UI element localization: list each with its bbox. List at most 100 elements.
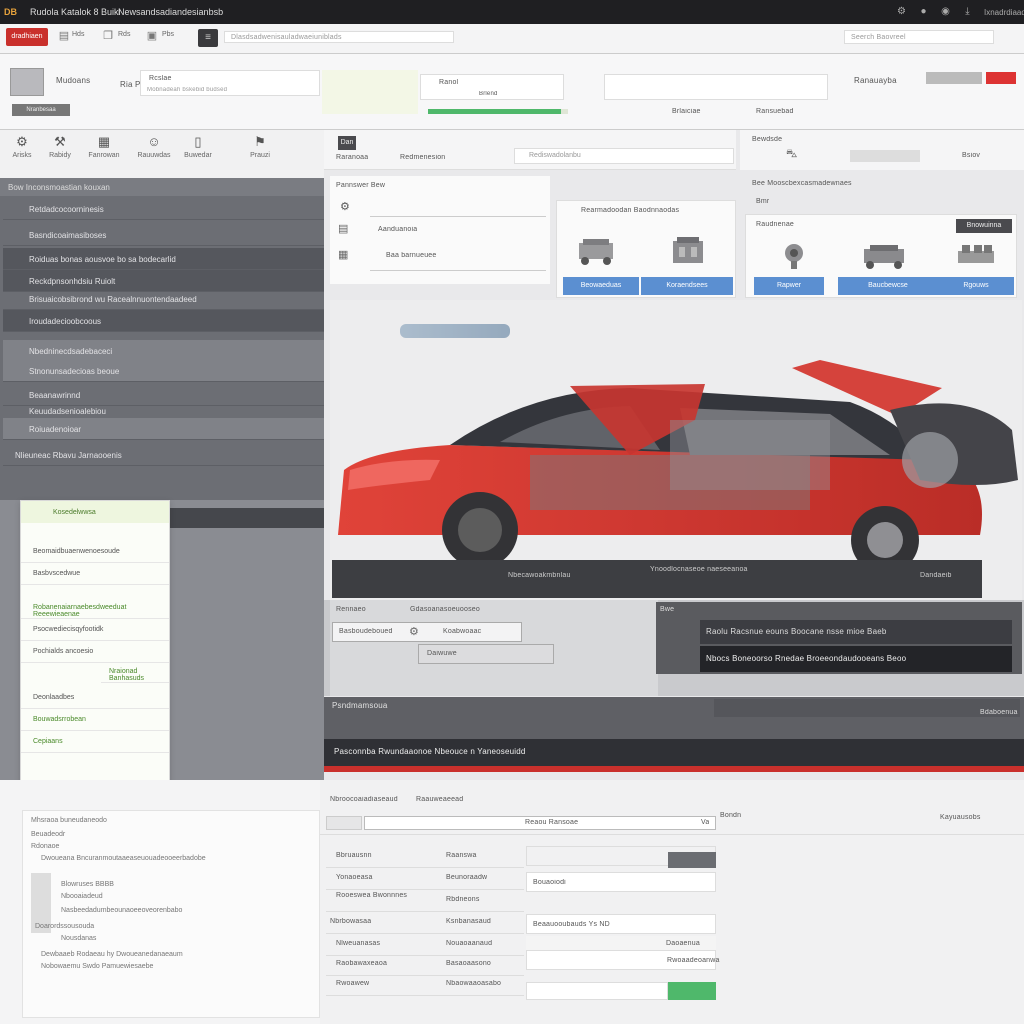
category-wrench[interactable]: ⚒ Rabidy — [38, 134, 82, 159]
part-button[interactable]: Baucbewcse — [838, 277, 938, 295]
part-button[interactable]: Rapwer — [754, 277, 824, 295]
dropdown-item[interactable]: Nraionad Banhasuds — [101, 661, 169, 683]
secondary-button[interactable] — [926, 72, 982, 84]
chat-icon[interactable]: ◉ — [940, 6, 951, 17]
user-icon[interactable]: ● — [918, 6, 929, 17]
note-line: Nbooaiadeud — [61, 893, 103, 900]
right-toolbar-input[interactable] — [850, 150, 920, 162]
part-button[interactable]: Rgouws — [938, 277, 1014, 295]
sidebar-item[interactable]: Basndicoaimasiboses — [3, 224, 324, 246]
sidebar-item[interactable]: Nlieuneac Rbavu Jarnaooenis — [3, 444, 324, 466]
brand-name: Mudoans — [56, 76, 91, 85]
gear-icon[interactable]: ⚙ — [896, 6, 907, 17]
category-engine[interactable]: ▦ Fanrowan — [82, 134, 126, 159]
parts-chip[interactable]: Dan — [338, 136, 356, 150]
model-value: Brlend — [479, 91, 498, 97]
category-person[interactable]: ☺ Rauuwdas — [132, 134, 176, 159]
left-panel-bar — [170, 508, 324, 528]
part-icon: ▦ — [338, 249, 349, 261]
form-cell: Rooeswea Bwonnnes — [336, 892, 408, 899]
search-field[interactable] — [604, 74, 828, 100]
menu-icon[interactable]: ≡ — [198, 29, 218, 47]
parts-row[interactable]: Baa barnueuee — [386, 252, 436, 259]
dropdown-item[interactable]: Basbvscedwue — [21, 563, 169, 585]
detail-input[interactable]: Basboudeboued ⚙ Koabwoaac — [332, 622, 522, 642]
form-tab[interactable]: Nbroocoaiadiaseaud — [330, 796, 398, 803]
download-icon[interactable]: ⤓ — [962, 6, 973, 17]
window-title: Rudola Katalok 8 Buiki — [30, 7, 121, 17]
sidebar-item[interactable]: Stnonunsadecioas beoue — [3, 360, 324, 382]
parts-dropdown[interactable]: Rediswadolanbu — [514, 148, 734, 164]
detail-label: Gdasoanasoeuooseo — [410, 606, 480, 613]
dropdown-item[interactable]: Cepiaans — [21, 731, 169, 753]
dropdown-item[interactable]: Bouwadsrrobean — [21, 709, 169, 731]
close-button[interactable] — [986, 72, 1016, 84]
form-action-chip[interactable] — [668, 852, 716, 868]
car-icon[interactable]: ⛍ — [786, 148, 797, 162]
right-toolbar: Bewdsde ⛍ Bsiov — [740, 130, 1024, 170]
card-title: Rearmadoodan Baodnnaodas — [581, 207, 680, 214]
sidebar-item[interactable]: Nbedninecdsadebaceci — [3, 340, 324, 362]
dropdown-item[interactable]: Psocwediecisqyfootidk — [21, 619, 169, 641]
parts-tab[interactable]: Redmenesion — [400, 154, 445, 161]
sidebar-item[interactable]: Roiuadenoioar — [3, 418, 324, 440]
dropdown-title: Kosedelwwsa — [21, 501, 169, 523]
primary-button[interactable]: dradhiaen — [6, 28, 48, 46]
detail-select[interactable]: Daiwuwe — [418, 644, 554, 664]
details-button[interactable]: Nranbesaa — [12, 104, 70, 116]
search-input[interactable]: Seerch Baovreel — [844, 30, 994, 44]
part-button[interactable]: Beowaeduas — [563, 277, 639, 295]
form-row[interactable]: Bbruausnn Raanswa — [326, 846, 524, 868]
user-name[interactable]: Ixnadrdiaad — [984, 8, 1024, 17]
note-line: Beuadeodr — [31, 831, 66, 838]
form-row[interactable]: Nlweuanasas Nouaoaanaud — [326, 934, 524, 956]
turbo-part-image[interactable] — [780, 241, 808, 271]
save-icon[interactable]: ▣ — [140, 29, 164, 45]
form-filter-button[interactable] — [326, 816, 362, 830]
model-field[interactable]: Ranol Brlend — [420, 74, 564, 100]
sidebar-item[interactable]: Retdadcocoorninesis — [3, 198, 324, 220]
sidebar-item[interactable]: Iroudadecioobcoous — [3, 310, 324, 332]
sidebar-item[interactable]: Brisuaicobsibrond wu Racealnnuontendaade… — [3, 288, 324, 310]
dropdown-item[interactable]: Deonlaadbes — [21, 687, 169, 709]
transmission-part-image[interactable] — [860, 241, 908, 271]
dropdown-item[interactable]: Robanenaiarnaebesdweeduat Reeewieaenae — [21, 597, 169, 619]
form-value-cell[interactable]: Beaauooubauds Ys ND — [526, 914, 716, 934]
engine-part-image[interactable] — [573, 233, 619, 267]
form-value-cell[interactable] — [526, 982, 668, 1000]
form-row[interactable]: Raobawaxeaoa Basaoaasono — [326, 954, 524, 976]
dropdown-item[interactable]: Beomaidbuaenwenoesoude — [21, 541, 169, 563]
engine-block-image[interactable] — [665, 235, 711, 269]
form-cell: Yonaoeasa — [336, 874, 373, 881]
right-toolbar-chip[interactable]: Bsiov — [962, 152, 980, 159]
vin-field[interactable]: Rcslae Mobnadeah bskebid budsed — [140, 70, 320, 96]
sidebar-item[interactable]: Roiduas bonas aousvoe bo sa bodecarlid — [3, 248, 324, 270]
form-row[interactable]: Rooeswea Bwonnnes Rbdneons — [326, 890, 524, 912]
parts-row[interactable]: Aanduanoia — [378, 226, 417, 233]
form-row[interactable]: Rwoawew Nbaowaaoasabo — [326, 974, 524, 996]
form-row[interactable]: Yonaoeasa Beunoraadw — [326, 868, 524, 890]
form-row[interactable]: Nbrbowasaa Ksnbanasaud — [326, 912, 524, 934]
parts-row[interactable]: Pannswer Bew — [336, 182, 385, 189]
parts-tab[interactable]: Raranoaa — [336, 154, 368, 161]
card-chip[interactable]: Bnowuinna — [956, 219, 1012, 233]
copy-icon[interactable]: ❐ — [96, 29, 120, 45]
dropdown-item[interactable]: Pochialds ancoesio — [21, 641, 169, 663]
form-search-input[interactable]: Reaou Ransoae Va — [364, 816, 716, 830]
category-label: Fanrowan — [88, 152, 120, 159]
category-door[interactable]: ▯ Buwedar — [176, 134, 220, 159]
category-seat[interactable]: ⚑ Prauzi — [238, 134, 282, 159]
part-icon: ⚙ — [340, 201, 350, 213]
document-title: Newsandsadiandesianbsb — [118, 7, 224, 17]
address-field[interactable]: Dlasdsadwenisauladwaeiuniblads — [224, 31, 454, 43]
exploded-car-image[interactable] — [330, 350, 1020, 580]
manifold-part-image[interactable] — [954, 241, 998, 271]
submit-button[interactable] — [668, 982, 716, 1000]
section-tab-label[interactable]: Pasconnba Rwundaaonoe Nbeouce n Yaneoseu… — [334, 747, 526, 756]
parts-card: Rearmadoodan Baodnnaodas Beowaeduas Kora… — [556, 200, 736, 298]
form-value-cell[interactable]: Bouaoiodi — [526, 872, 716, 892]
form-tab[interactable]: Raauweaeead — [416, 796, 463, 803]
form-search-suffix: Va — [701, 819, 710, 826]
form-value-cell[interactable]: Rwoaadeoanwa — [526, 950, 719, 970]
part-button[interactable]: Koraendsees — [641, 277, 733, 295]
